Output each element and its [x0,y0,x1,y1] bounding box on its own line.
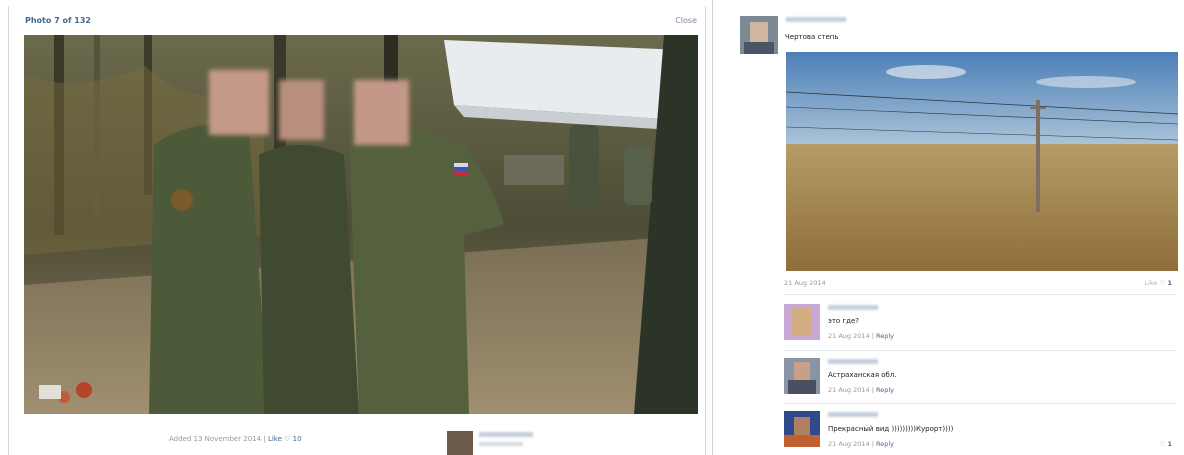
separator [784,294,1176,295]
main-photo[interactable] [24,35,698,414]
reply-button[interactable]: Reply [876,440,894,448]
close-button[interactable]: Close [675,16,697,25]
post-photo[interactable] [786,52,1178,271]
like-count: 1 [1167,440,1172,448]
comment-meta: 21 Aug 2014 | Reply [828,386,894,394]
comment-like-button[interactable]: ♡ 1 [1160,440,1172,448]
like-label: Like [1144,279,1158,287]
owner-subtitle-blurred [479,442,523,446]
photo-counter: Photo 7 of 132 [25,16,91,25]
comment-meta: 21 Aug 2014 | Reply [828,440,894,448]
post-text: Чертова степь [785,33,839,41]
like-label: Like [267,435,282,443]
like-count: 10 [292,435,302,443]
separator: | [263,435,266,443]
photo-added-info: Added 13 November 2014 | Like ♡ 10 [169,435,302,443]
post-like-button[interactable]: Like ♡ 1 [1145,279,1172,287]
commenter-name-blurred [828,412,878,417]
post-date: 21 Aug 2014 [784,279,826,287]
owner-avatar[interactable] [447,431,473,455]
comment-text: Астраханская обл. [828,371,897,379]
separator [784,403,1176,404]
wall-post: Чертова степь 21 Aug 2014 Like ♡ 1 это г… [716,6,1184,455]
like-count: 1 [1167,279,1172,287]
comment-date: 21 Aug 2014 [828,332,870,340]
owner-name-blurred [479,432,533,437]
comment-date: 21 Aug 2014 [828,386,870,394]
comment-meta: 21 Aug 2014 | Reply [828,332,894,340]
comment-avatar[interactable] [784,411,820,447]
comment-text: это где? [828,317,859,325]
comment-avatar[interactable] [784,358,820,394]
comment-text: Прекрасный вид )))))))))Курорт)))) [828,425,954,433]
heart-icon: ♡ [284,435,291,443]
post-date-text: 21 Aug 2014 [784,279,826,287]
author-avatar[interactable] [740,16,778,54]
added-date: Added 13 November 2014 [169,435,262,443]
heart-icon: ♡ [1159,279,1166,287]
commenter-name-blurred [828,359,878,364]
reply-button[interactable]: Reply [876,386,894,394]
separator [784,350,1176,351]
reply-button[interactable]: Reply [876,332,894,340]
photo-viewer: Photo 7 of 132 Close Added 13 November 2… [8,6,706,455]
panel-divider [712,0,713,455]
commenter-name-blurred [828,305,878,310]
like-button[interactable]: Like ♡ 10 [268,435,302,443]
comment-date: 21 Aug 2014 [828,440,870,448]
comment-avatar[interactable] [784,304,820,340]
author-name-blurred [786,17,846,22]
heart-icon: ♡ [1159,440,1166,448]
